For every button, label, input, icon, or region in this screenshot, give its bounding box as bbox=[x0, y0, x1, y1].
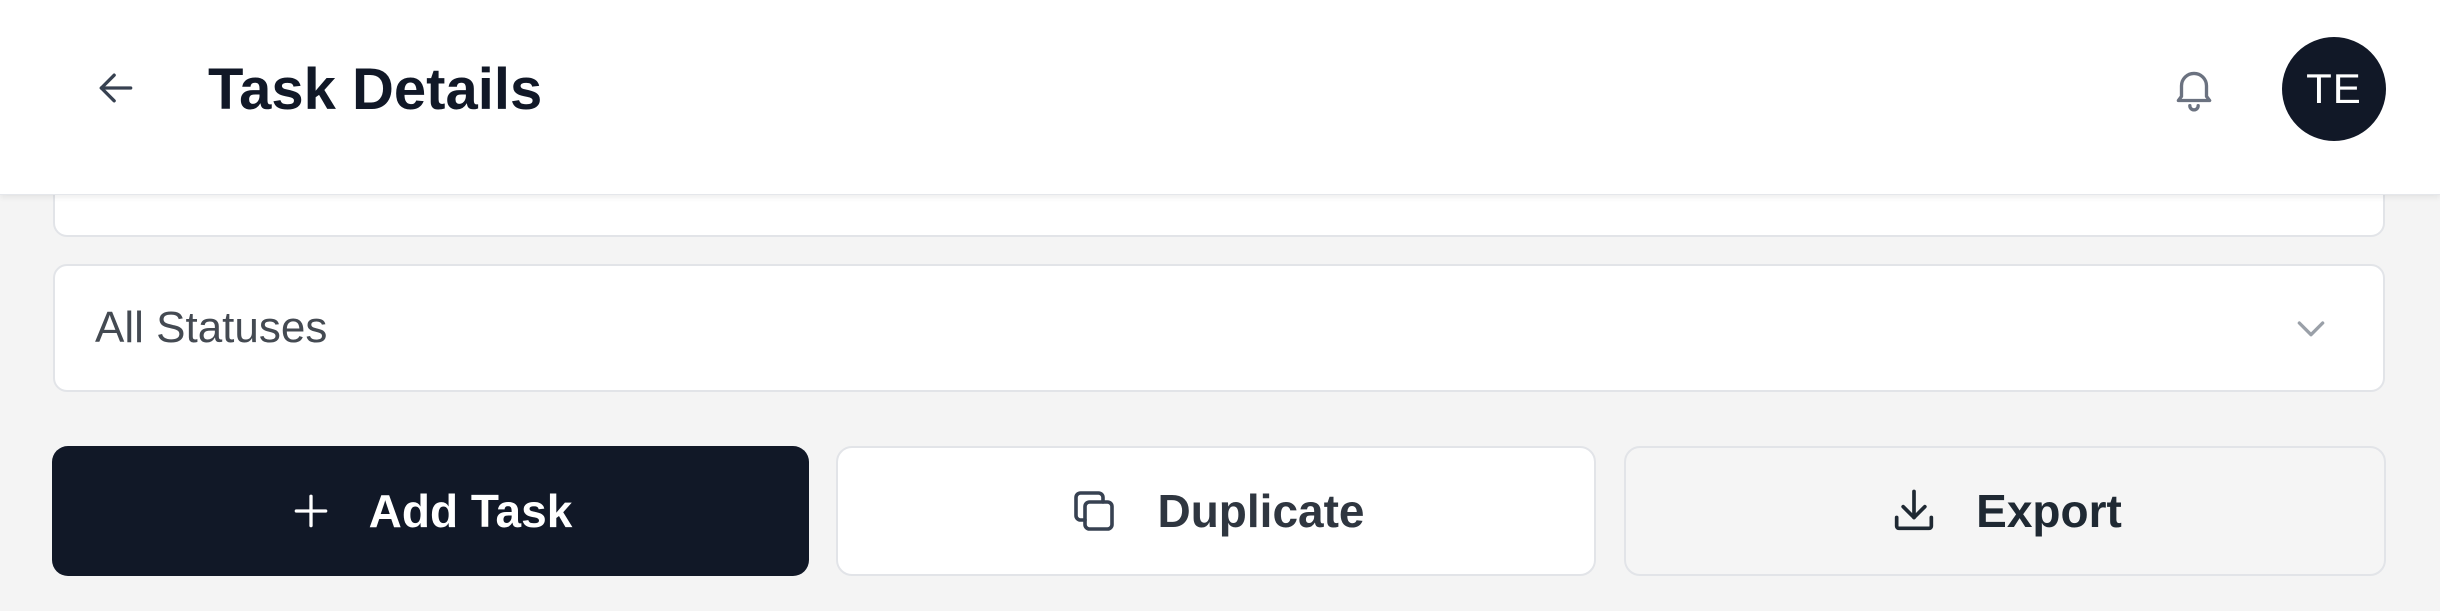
export-label: Export bbox=[1976, 485, 2122, 537]
duplicate-label: Duplicate bbox=[1157, 485, 1365, 537]
bell-icon bbox=[2176, 71, 2212, 112]
arrow-left-icon bbox=[99, 73, 133, 103]
duplicate-button[interactable]: Duplicate bbox=[836, 446, 1596, 576]
task-details-page: Task Details TE All Statuses Add Task Du… bbox=[0, 0, 2440, 611]
status-select-value: All Statuses bbox=[95, 303, 328, 352]
back-button[interactable] bbox=[80, 52, 152, 124]
add-task-label: Add Task bbox=[368, 485, 573, 537]
app-header: Task Details TE bbox=[0, 0, 2440, 195]
add-task-button[interactable]: Add Task bbox=[52, 446, 809, 576]
notifications-button[interactable] bbox=[2158, 52, 2230, 124]
download-icon bbox=[1888, 485, 1940, 537]
page-title: Task Details bbox=[208, 57, 543, 122]
chevron-down-icon bbox=[2289, 306, 2333, 350]
avatar-initials: TE bbox=[2306, 65, 2362, 112]
copy-icon bbox=[1067, 484, 1121, 538]
user-avatar[interactable]: TE bbox=[2282, 37, 2386, 141]
status-filter-select[interactable]: All Statuses bbox=[53, 264, 2385, 392]
export-button[interactable]: Export bbox=[1624, 446, 2386, 576]
plus-icon bbox=[289, 489, 333, 533]
